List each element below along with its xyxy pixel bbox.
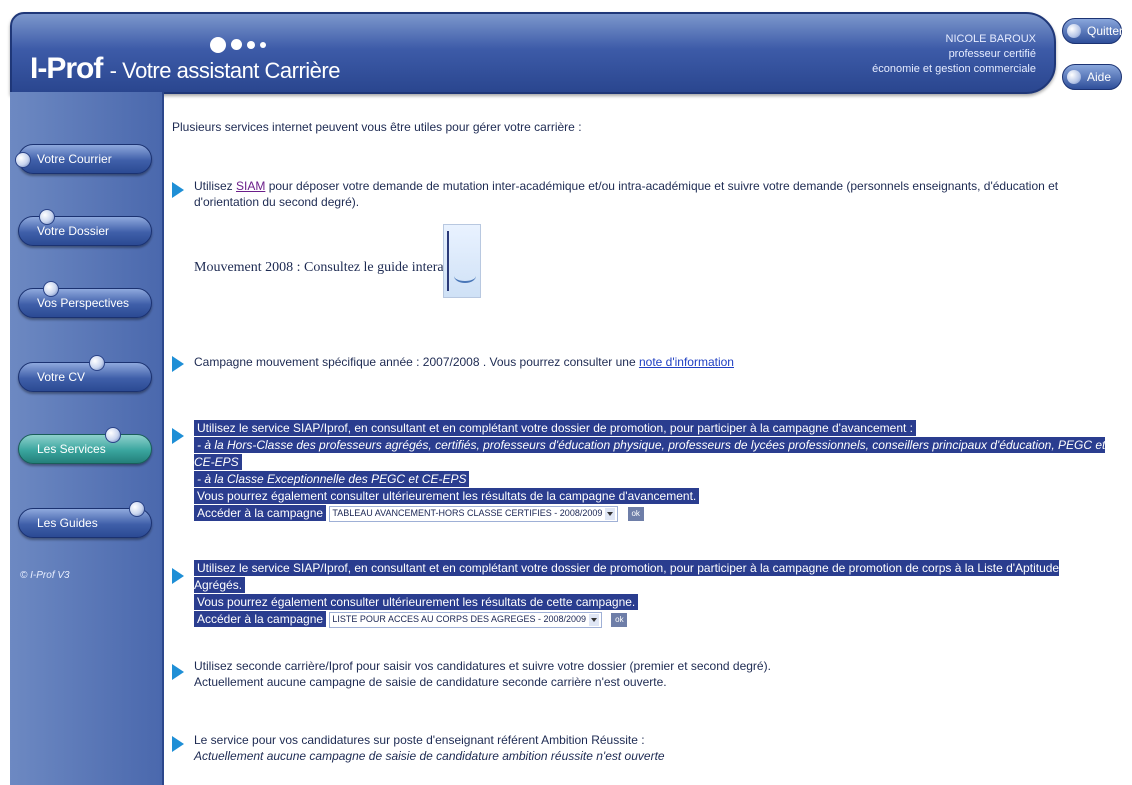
chevron-down-icon — [605, 507, 616, 520]
list-item-seconde-carriere: Utilisez seconde carrière/Iprof pour sai… — [172, 658, 1122, 698]
help-knob-icon — [1067, 70, 1081, 84]
siap1-line2: - à la Hors-Classe des professeurs agrég… — [194, 438, 1106, 469]
nav-knob-icon — [105, 427, 121, 443]
list-item-ambition-reussite: Le service pour vos candidatures sur pos… — [172, 732, 1122, 772]
intro-text: Plusieurs services internet peuvent vous… — [172, 120, 582, 134]
user-subject: économie et gestion commerciale — [872, 63, 1036, 75]
sidebar-item-label: Les Guides — [37, 516, 98, 530]
seconde-text: Utilisez seconde carrière/Iprof pour sai… — [194, 658, 1112, 690]
ambition-line2: Actuellement aucune campagne de saisie d… — [194, 749, 665, 763]
user-name: NICOLE BAROUX — [945, 33, 1036, 45]
siap1-line4: Vous pourrez également consulter ultérie… — [194, 488, 700, 504]
list-item-siam: Utilisez SIAM pour déposer votre demande… — [172, 178, 1122, 318]
siap2-access-label: Accéder à la campagne — [194, 611, 327, 627]
siap1-line3: - à la Classe Exceptionnelle des PEGC et… — [197, 472, 467, 486]
campagne-label: Campagne mouvement spécifique année : 20… — [194, 355, 639, 369]
siap2-text: Utilisez le service SIAP/Iprof, en consu… — [194, 560, 1112, 628]
sidebar-item-label: Vos Perspectives — [37, 296, 130, 310]
quit-button[interactable]: Quitter — [1062, 18, 1124, 44]
siap2-line2: Vous pourrez également consulter ultérie… — [194, 594, 639, 610]
brand-subtitle: - Votre assistant Carrière — [109, 58, 341, 83]
list-item-siap-agreges: Utilisez le service SIAP/Iprof, en consu… — [172, 560, 1122, 630]
arrow-icon — [172, 736, 184, 752]
app-header: I-Prof - Votre assistant Carrière NICOLE… — [10, 12, 1056, 94]
ok-button[interactable]: ok — [627, 506, 644, 521]
select-value: LISTE POUR ACCES AU CORPS DES AGREGES - … — [332, 614, 587, 625]
siam-link[interactable]: SIAM — [236, 179, 265, 193]
nav-knob-icon — [39, 209, 55, 225]
sidebar-item-dossier[interactable]: Votre Dossier — [18, 209, 152, 246]
campagne-select-avancement[interactable]: TABLEAU AVANCEMENT-HORS CLASSE CERTIFIES… — [329, 505, 619, 522]
ambition-line1: Le service pour vos candidatures sur pos… — [194, 733, 645, 747]
sidebar: Votre Courrier Votre Dossier Vos Perspec… — [10, 92, 164, 785]
user-info: NICOLE BAROUX professeur certifié économ… — [872, 32, 1036, 77]
sidebar-item-label: Les Services — [37, 442, 106, 456]
arrow-icon — [172, 568, 184, 584]
note-information-link[interactable]: note d'information — [639, 355, 734, 369]
arrow-icon — [172, 182, 184, 198]
ambition-text: Le service pour vos candidatures sur pos… — [194, 732, 1112, 764]
seconde-line2: Actuellement aucune campagne de saisie d… — [194, 675, 667, 689]
guide-thumbnail[interactable] — [443, 224, 481, 298]
nav-knob-icon — [15, 152, 31, 168]
user-role: professeur certifié — [948, 48, 1036, 60]
siap2-line1: Utilisez le service SIAP/Iprof, en consu… — [194, 560, 1060, 593]
nav-knob-icon — [129, 501, 145, 517]
siap1-text: Utilisez le service SIAP/Iprof, en consu… — [194, 420, 1112, 522]
sidebar-item-guides[interactable]: Les Guides — [18, 501, 152, 538]
list-item-siap-avancement: Utilisez le service SIAP/Iprof, en consu… — [172, 420, 1122, 540]
campagne-text: Campagne mouvement spécifique année : 20… — [194, 354, 1112, 370]
sidebar-item-label: Votre Courrier — [37, 152, 112, 166]
campagne-select-agreges[interactable]: LISTE POUR ACCES AU CORPS DES AGREGES - … — [329, 611, 603, 628]
version-note: © I-Prof V3 — [20, 570, 70, 581]
nav-knob-icon — [89, 355, 105, 371]
sidebar-item-courrier[interactable]: Votre Courrier — [15, 144, 152, 174]
siam-text: Utilisez SIAM pour déposer votre demande… — [194, 178, 1112, 210]
brand-name: I-Prof — [30, 52, 103, 85]
guide-text: Mouvement 2008 : Consultez le guide inte… — [194, 260, 463, 275]
arrow-icon — [172, 664, 184, 680]
siam-prefix: Utilisez — [194, 179, 237, 193]
help-button[interactable]: Aide — [1062, 64, 1122, 90]
siap1-access-label: Accéder à la campagne — [194, 505, 327, 521]
sidebar-item-label: Votre Dossier — [37, 224, 110, 238]
quit-knob-icon — [1067, 24, 1081, 38]
ok-button[interactable]: ok — [611, 612, 628, 627]
nav-knob-icon — [43, 281, 59, 297]
quit-label: Quitter — [1087, 24, 1124, 38]
list-item-campagne: Campagne mouvement spécifique année : 20… — [172, 354, 1122, 374]
app-title: I-Prof - Votre assistant Carrière — [30, 52, 340, 86]
sidebar-item-cv[interactable]: Votre CV — [18, 355, 152, 392]
siam-suffix: pour déposer votre demande de mutation i… — [194, 179, 1059, 209]
sidebar-item-label: Votre CV — [37, 370, 86, 384]
siap1-line1: Utilisez le service SIAP/Iprof, en consu… — [194, 420, 916, 436]
sidebar-item-services[interactable]: Les Services — [18, 427, 152, 464]
select-value: TABLEAU AVANCEMENT-HORS CLASSE CERTIFIES… — [332, 508, 603, 519]
arrow-icon — [172, 428, 184, 444]
help-label: Aide — [1087, 70, 1112, 84]
arrow-icon — [172, 356, 184, 372]
sidebar-item-perspectives[interactable]: Vos Perspectives — [18, 281, 152, 318]
seconde-line1: Utilisez seconde carrière/Iprof pour sai… — [194, 659, 771, 673]
chevron-down-icon — [589, 613, 600, 626]
